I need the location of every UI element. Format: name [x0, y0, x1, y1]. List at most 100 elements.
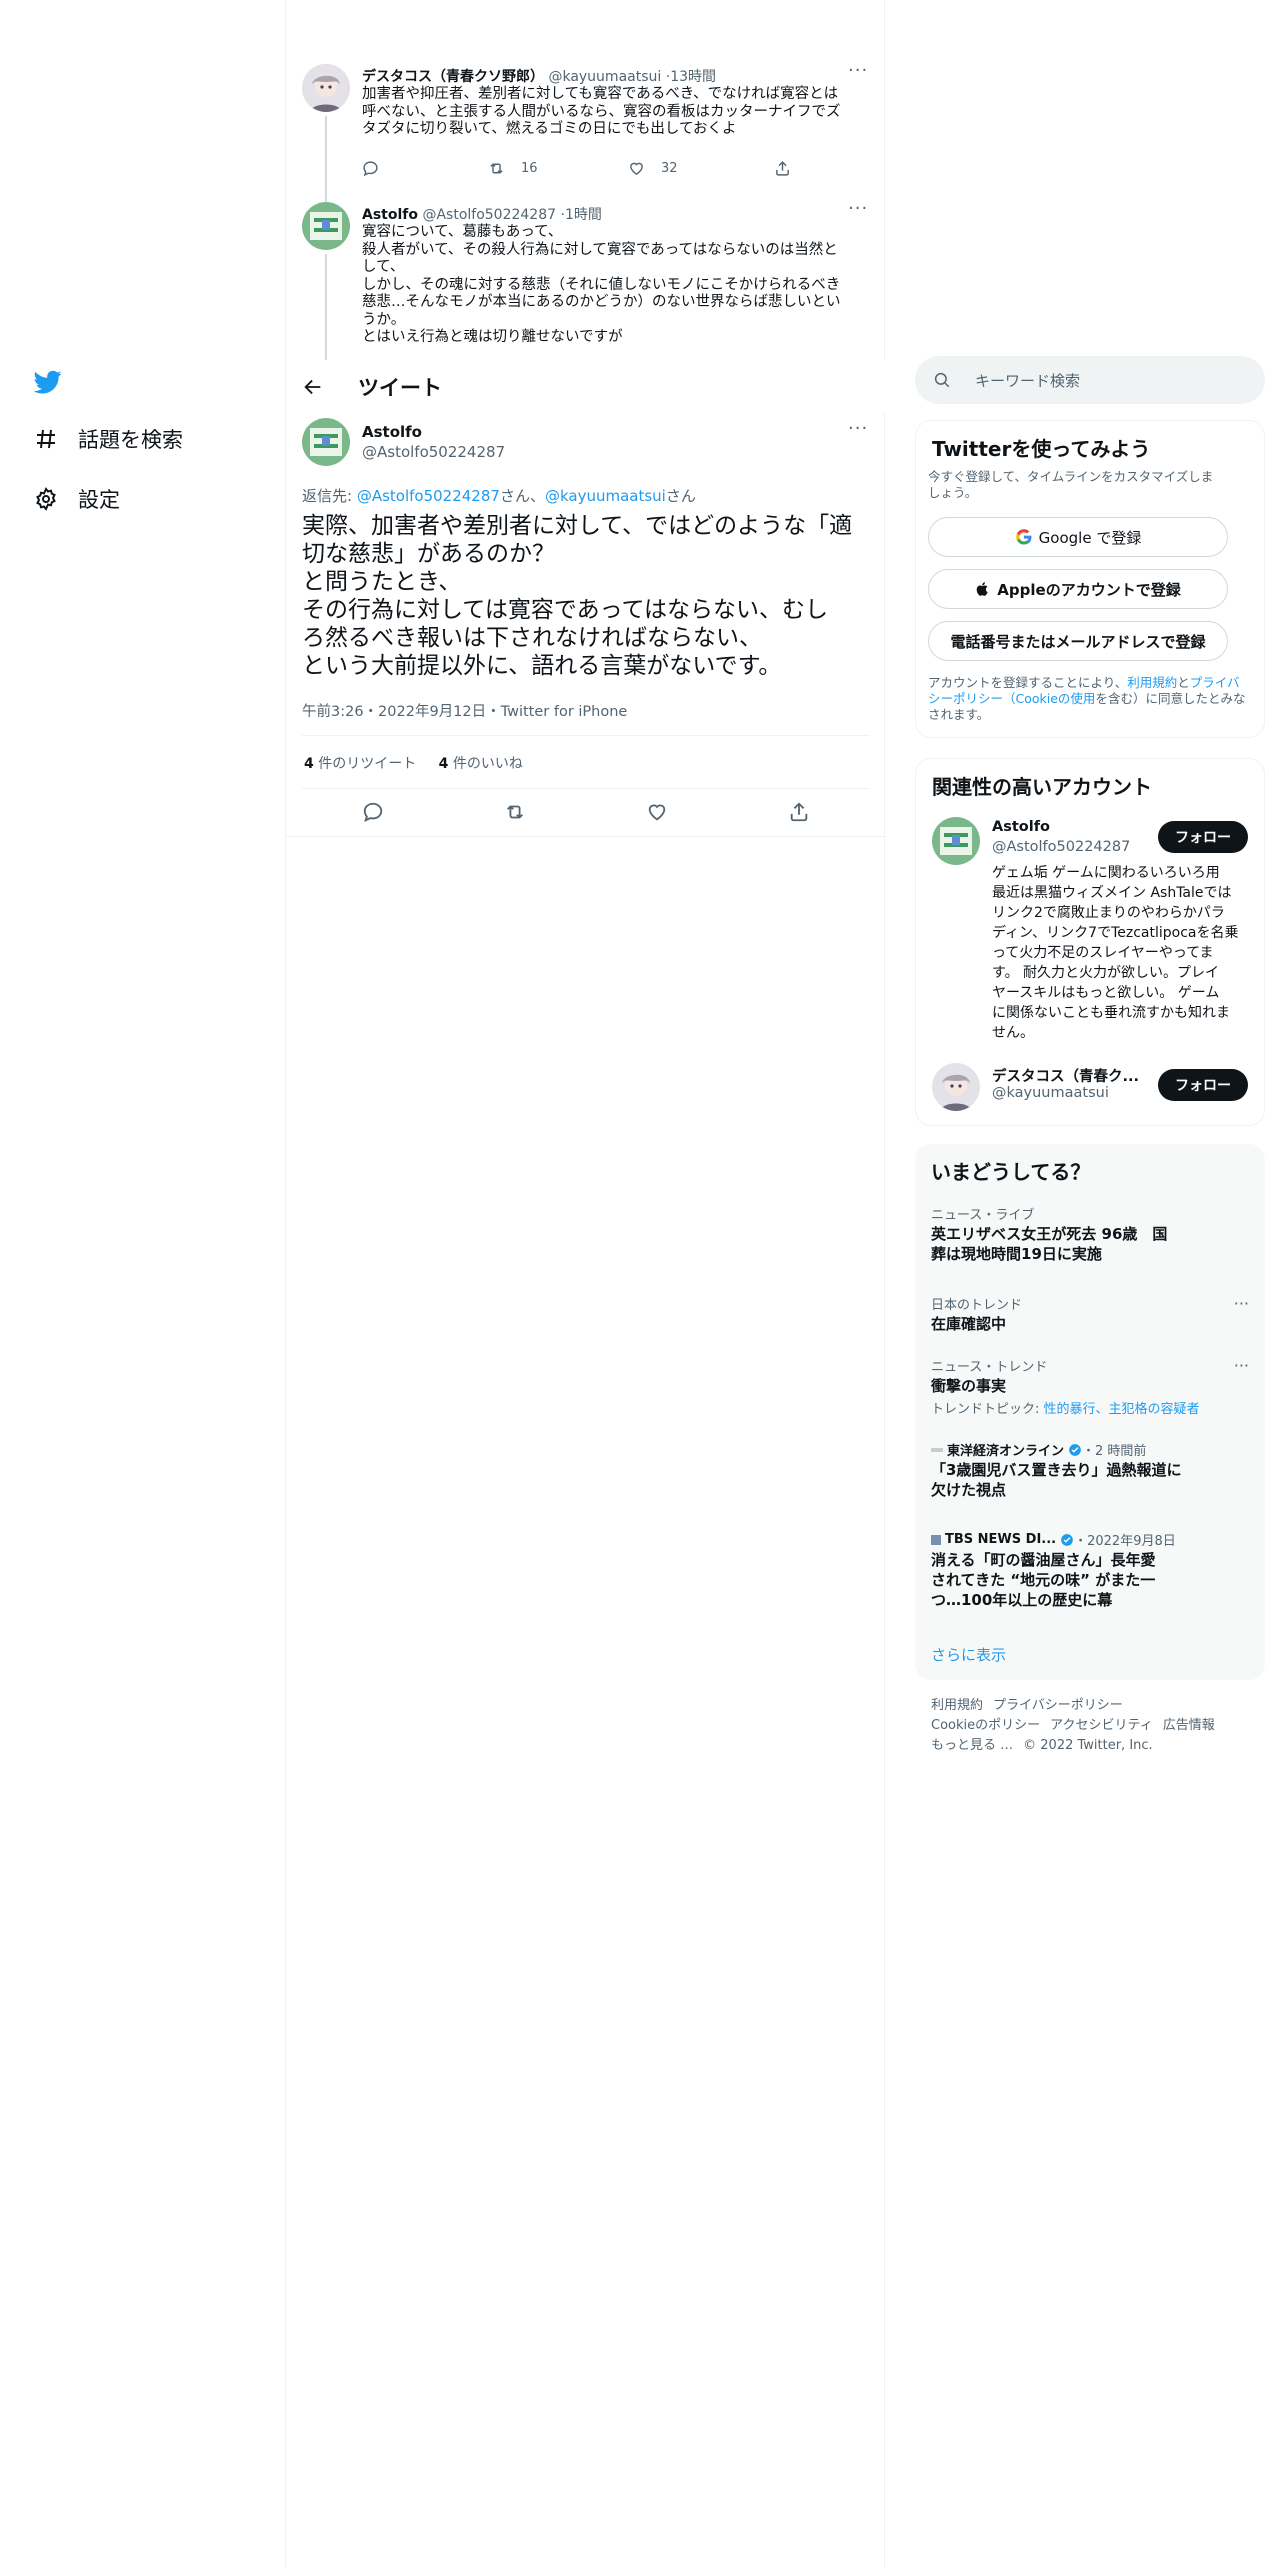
- author-handle[interactable]: @kayuumaatsui: [548, 69, 661, 85]
- tweet-header: Astolfo @Astolfo50224287 ·1時間: [362, 204, 602, 224]
- tweet-header: デスタコス（青春クソ野郎） @kayuumaatsui ·13時間: [362, 66, 716, 86]
- nav-settings[interactable]: 設定: [32, 484, 120, 514]
- tweet-time[interactable]: 13時間: [670, 69, 716, 85]
- like-stat[interactable]: 4 件のいいね: [439, 756, 523, 772]
- more-options-icon[interactable]: ···: [848, 60, 868, 81]
- author-name[interactable]: Astolfo: [362, 207, 418, 223]
- thread-tweet[interactable]: デスタコス（青春クソ野郎） @kayuumaatsui ·13時間 ··· 加害…: [286, 0, 886, 194]
- thread-line: [325, 254, 327, 360]
- account-bio: ゲェム垢 ゲームに関わるいろいろ用 最近は黒猫ウィズメイン AshTaleでは …: [992, 865, 1239, 1041]
- reply-button[interactable]: [362, 160, 488, 177]
- main-tweet-actions: [302, 800, 870, 824]
- follow-button[interactable]: フォロー: [1158, 821, 1248, 853]
- reply-to-line: 返信先: @Astolfo50224287さん、@kayuumaatsuiさん: [302, 485, 696, 506]
- avatar[interactable]: [302, 64, 350, 112]
- google-icon: [1015, 529, 1032, 545]
- reply-mention-link[interactable]: @Astolfo50224287: [357, 487, 500, 505]
- follow-button[interactable]: フォロー: [1158, 1069, 1248, 1101]
- google-signup-button[interactable]: Google で登録: [928, 517, 1228, 557]
- account-handle[interactable]: @Astolfo50224287: [992, 839, 1130, 855]
- account-name[interactable]: Astolfo: [992, 819, 1050, 835]
- trend-category: ニュース・ライブ: [931, 1208, 1035, 1223]
- share-icon[interactable]: [788, 801, 810, 823]
- show-more-link[interactable]: さらに表示: [931, 1644, 1006, 1665]
- thread-tweet[interactable]: Astolfo @Astolfo50224287 ·1時間 ··· 寛容について…: [286, 190, 886, 360]
- search-box[interactable]: キーワード検索: [915, 356, 1265, 404]
- news-source: 東洋経済オンライン: [947, 1444, 1065, 1459]
- reply-suffix: さん、: [499, 487, 545, 505]
- author-handle[interactable]: @Astolfo50224287: [422, 207, 556, 223]
- divider: [302, 735, 870, 736]
- nav-explore-label: 話題を検索: [78, 428, 183, 452]
- relevant-accounts-card: 関連性の高いアカウント Astolfo @Astolfo50224287 フォロ…: [915, 758, 1265, 1126]
- news-source-line: 東洋経済オンライン ・2 時間前: [931, 1440, 1146, 1459]
- retweet-icon[interactable]: [504, 801, 526, 823]
- retweet-stat[interactable]: 4 件のリツイート: [304, 756, 416, 772]
- news-time: ・2022年9月8日: [1074, 1534, 1176, 1549]
- more-options-icon[interactable]: ···: [848, 198, 868, 219]
- signup-subtitle: 今すぐ登録して、タイムラインをカスタマイズしま しょう。: [928, 469, 1214, 500]
- back-arrow-icon[interactable]: [302, 376, 324, 398]
- main-tweet-text: 実際、加害者や差別者に対して、ではどのような「適 切な慈悲」があるのか？ と問う…: [302, 513, 853, 679]
- avatar[interactable]: [302, 202, 350, 250]
- trends-title: いまどうしてる？: [931, 1160, 1091, 1184]
- share-icon: [776, 161, 789, 176]
- heart-icon[interactable]: [646, 801, 668, 823]
- footer-link[interactable]: アクセシビリティ: [1050, 1718, 1153, 1733]
- footer-link[interactable]: 広告情報: [1163, 1718, 1215, 1733]
- footer-link[interactable]: Cookieのポリシー: [931, 1718, 1040, 1733]
- signup-card: Twitterを使ってみよう 今すぐ登録して、タイムラインをカスタマイズしま し…: [915, 420, 1265, 738]
- account-name[interactable]: デスタコス（青春ク...: [992, 1065, 1139, 1086]
- more-options-icon[interactable]: ···: [1234, 1356, 1249, 1375]
- gear-icon: [32, 485, 60, 513]
- more-options-icon[interactable]: ···: [848, 418, 868, 439]
- search-icon: [934, 372, 950, 388]
- news-source-logo-icon: [931, 1534, 941, 1545]
- footer-more-link[interactable]: もっと見る …: [931, 1738, 1013, 1753]
- search-placeholder: キーワード検索: [975, 371, 1081, 390]
- nav-settings-label: 設定: [78, 488, 120, 512]
- reply-mention-link[interactable]: @kayuumaatsui: [545, 487, 666, 505]
- twitter-logo-icon[interactable]: [32, 368, 64, 396]
- footer: 利用規約 プライバシーポリシー Cookieのポリシー アクセシビリティ 広告情報 も…: [931, 1696, 1225, 1756]
- account-handle[interactable]: @kayuumaatsui: [992, 1085, 1109, 1101]
- author-name[interactable]: デスタコス（青春クソ野郎）: [362, 69, 544, 85]
- tweet-timestamp[interactable]: 午前3:26・2022年9月12日・Twitter for iPhone: [302, 700, 627, 721]
- google-signup-label: Google で登録: [1038, 528, 1142, 547]
- reply-icon[interactable]: [362, 801, 384, 823]
- more-options-icon[interactable]: ···: [1234, 1294, 1249, 1313]
- legal-text: と: [1177, 675, 1190, 690]
- nav-explore[interactable]: 話題を検索: [32, 424, 183, 454]
- terms-link[interactable]: 利用規約: [1127, 675, 1177, 690]
- main-author-handle[interactable]: @Astolfo50224287: [362, 443, 505, 461]
- phone-signup-button[interactable]: 電話番号またはメールアドレスで登録: [928, 621, 1228, 661]
- trend-topics: トレンドトピック: 性的暴行、主犯格の容疑者: [931, 1402, 1200, 1417]
- divider: [286, 836, 886, 837]
- news-headline: 「3歳園児バス置き去り」過熱報道に 欠けた視点: [931, 1461, 1182, 1499]
- share-button[interactable]: [774, 160, 791, 177]
- retweet-button[interactable]: 16: [488, 160, 628, 177]
- legal-text: アカウントを登録することにより、: [928, 675, 1128, 690]
- divider: [302, 788, 870, 789]
- retweet-count: 16: [521, 161, 538, 176]
- hashtag-icon: [32, 425, 60, 453]
- reply-suffix: さん: [665, 487, 696, 505]
- avatar[interactable]: [932, 817, 980, 865]
- avatar[interactable]: [302, 418, 350, 466]
- like-button[interactable]: 32: [628, 160, 774, 177]
- reply-prefix: 返信先:: [302, 487, 357, 505]
- main-column: デスタコス（青春クソ野郎） @kayuumaatsui ·13時間 ··· 加害…: [285, 0, 886, 2568]
- apple-signup-label: Appleのアカウントで登録: [997, 580, 1181, 599]
- apple-icon: [976, 582, 988, 596]
- main-author-name[interactable]: Astolfo: [362, 423, 422, 441]
- apple-signup-button[interactable]: Appleのアカウントで登録: [928, 569, 1228, 609]
- left-navigation: 話題を検索 設定: [0, 0, 285, 2568]
- footer-link[interactable]: 利用規約: [931, 1698, 983, 1713]
- footer-link[interactable]: プライバシーポリシー: [993, 1698, 1123, 1713]
- news-time: ・2 時間前: [1082, 1444, 1147, 1459]
- tweet-time[interactable]: 1時間: [565, 207, 602, 223]
- avatar[interactable]: [932, 1063, 980, 1111]
- trend-topics-link[interactable]: 性的暴行、主犯格の容疑者: [1044, 1402, 1200, 1417]
- tweet-stats: 4 件のリツイート 4 件のいいね: [304, 753, 523, 773]
- tweet-actions: 16 32: [362, 160, 791, 177]
